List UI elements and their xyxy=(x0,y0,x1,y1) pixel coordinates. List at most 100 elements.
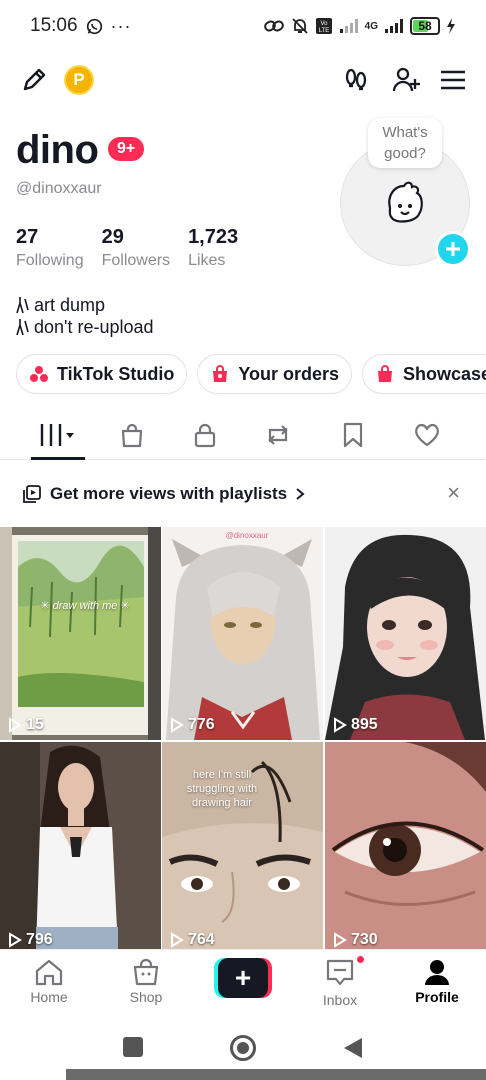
brush-icon xyxy=(16,319,29,336)
profile-bio: art dump don't re-upload xyxy=(16,294,154,338)
thumbnail-caption: here I'm still struggling with drawing h… xyxy=(186,769,258,809)
profile-tabs xyxy=(0,412,486,460)
home-system-icon[interactable] xyxy=(230,1035,256,1061)
video-thumbnail[interactable]: 730 xyxy=(325,742,486,955)
bookmark-icon xyxy=(343,422,363,448)
create-button[interactable]: + xyxy=(214,958,272,998)
video-thumbnail[interactable]: here I'm still struggling with drawing h… xyxy=(162,742,323,955)
stat-number: 29 xyxy=(101,226,124,248)
notification-badge[interactable]: 9+ xyxy=(108,137,145,161)
status-bar: 15:06 ··· Vo LTE 4G 58 xyxy=(0,0,486,52)
tiktok-studio-button[interactable]: TikTok Studio xyxy=(16,354,188,394)
back-icon[interactable] xyxy=(342,1036,364,1060)
view-count: 764 xyxy=(170,931,215,949)
tab-private[interactable] xyxy=(181,412,229,458)
view-count-value: 895 xyxy=(351,716,378,733)
profile-icon xyxy=(425,960,449,985)
battery-level: 58 xyxy=(418,19,432,33)
lock-icon xyxy=(194,423,216,448)
tab-shop[interactable] xyxy=(108,412,156,458)
stat-followers[interactable]: 29 Followers xyxy=(102,226,170,270)
play-icon xyxy=(171,932,184,948)
view-count: 796 xyxy=(8,931,53,949)
profile-username: dino xyxy=(16,128,99,172)
view-count-value: 730 xyxy=(351,931,378,948)
showcase-button[interactable]: Showcase xyxy=(362,354,486,394)
link-icon xyxy=(263,17,285,35)
stat-label: Likes xyxy=(188,252,226,269)
android-nav-bar xyxy=(0,1017,486,1080)
bio-text: don't re-upload xyxy=(34,317,154,337)
home-system-icon-dot xyxy=(237,1042,249,1054)
video-thumbnail[interactable]: @dinoxxaur 776 xyxy=(162,527,323,740)
menu-icon[interactable] xyxy=(437,64,469,96)
play-icon xyxy=(9,717,22,733)
create-icon: + xyxy=(218,958,268,998)
status-left: 15:06 ··· xyxy=(30,15,132,37)
nav-shop[interactable]: Shop xyxy=(106,958,186,1005)
tab-reposts[interactable] xyxy=(254,412,302,458)
bubble-line-1: What's xyxy=(382,124,428,141)
pill-label: TikTok Studio xyxy=(57,363,175,384)
play-icon xyxy=(9,932,22,948)
home-icon xyxy=(35,959,63,986)
tab-favorites[interactable] xyxy=(329,412,377,458)
add-friend-icon[interactable] xyxy=(390,64,422,96)
inbox-unread-dot xyxy=(355,954,366,965)
profile-stats: 27 Following 29 Followers 1,723 Likes xyxy=(16,226,256,270)
stat-likes[interactable]: 1,723 Likes xyxy=(188,226,238,270)
signal-icon-2 xyxy=(384,18,404,34)
mute-bell-icon xyxy=(291,17,309,35)
video-thumbnail[interactable]: ✳ draw with me ✳ 15 xyxy=(0,527,161,740)
playlist-banner[interactable]: Get more views with playlists × xyxy=(22,476,472,512)
video-grid: ✳ draw with me ✳ 15 @dinoxxaur 776 895 7… xyxy=(0,527,486,949)
shop-icon xyxy=(133,958,159,986)
add-avatar-button[interactable] xyxy=(435,231,471,267)
stat-following[interactable]: 27 Following xyxy=(16,226,84,270)
nav-home[interactable]: Home xyxy=(9,958,89,1005)
avatar-note-bubble[interactable]: What's good? xyxy=(368,118,442,168)
play-icon xyxy=(334,932,347,948)
stat-label: Following xyxy=(16,252,84,269)
view-count-value: 776 xyxy=(188,716,215,733)
recent-apps-icon[interactable] xyxy=(123,1037,143,1057)
charging-icon xyxy=(446,18,456,34)
coins-button[interactable]: P xyxy=(64,65,94,95)
bubble-line-2: good? xyxy=(384,145,426,162)
footprints-icon[interactable] xyxy=(340,64,372,96)
svg-text:LTE: LTE xyxy=(318,28,329,34)
nav-profile[interactable]: Profile xyxy=(397,958,477,1005)
play-icon xyxy=(334,717,347,733)
thumbnail-caption: @dinoxxaur xyxy=(225,531,269,540)
nav-inbox[interactable]: Inbox xyxy=(300,954,380,1008)
studio-icon xyxy=(30,366,48,382)
pill-label: Showcase xyxy=(403,363,486,384)
volte-icon: Vo LTE xyxy=(315,17,333,35)
brush-icon xyxy=(16,297,29,314)
default-avatar-icon xyxy=(388,181,423,223)
orders-icon xyxy=(213,365,228,382)
playlist-icon xyxy=(23,485,41,503)
tab-videos[interactable] xyxy=(30,412,86,458)
edit-pencil-icon[interactable] xyxy=(18,64,50,96)
view-count: 730 xyxy=(333,931,378,949)
active-tab-indicator xyxy=(31,457,85,460)
play-icon xyxy=(171,717,184,733)
bottom-nav: Home Shop + Inbox Profile xyxy=(0,949,486,1017)
video-thumbnail[interactable]: 796 xyxy=(0,742,161,955)
view-count-value: 796 xyxy=(26,931,53,948)
video-thumbnail[interactable]: 895 xyxy=(325,527,486,740)
view-count: 15 xyxy=(8,716,44,734)
close-icon[interactable]: × xyxy=(447,480,460,506)
thumbnail-image xyxy=(0,742,161,949)
pill-label: Your orders xyxy=(238,363,340,384)
tab-liked[interactable] xyxy=(403,412,451,458)
network-type: 4G xyxy=(364,20,378,32)
battery-icon: 58 xyxy=(410,17,440,35)
showcase-icon xyxy=(378,365,393,382)
profile-handle: @dinoxxaur xyxy=(16,180,102,197)
your-orders-button[interactable]: Your orders xyxy=(197,354,353,394)
svg-text:Vo: Vo xyxy=(320,21,328,27)
repost-icon xyxy=(268,425,288,445)
view-count-value: 764 xyxy=(188,931,215,948)
